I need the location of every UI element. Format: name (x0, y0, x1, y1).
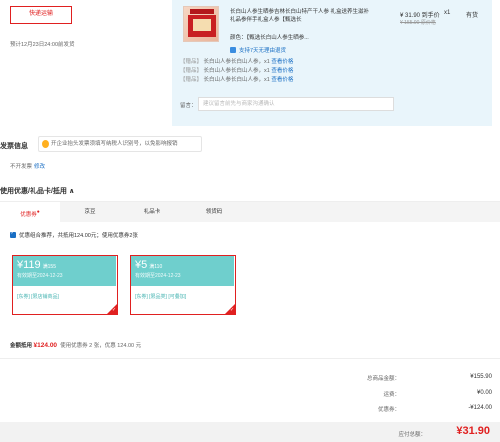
remark-label: 留言： (180, 103, 197, 109)
invoice-tip: 开企业抬头发票须填写纳税人识别号，以免影响报销 (38, 136, 202, 152)
selected-check-icon (107, 304, 117, 314)
invoice-tip-text: 开企业抬头发票须填写纳税人识别号，以免影响报销 (51, 141, 178, 147)
coupon-validity: 有效期至2024-12-23 (17, 273, 63, 279)
return-policy: 支持7天无理由退货 (230, 46, 286, 54)
gift-item: 【赠品】 长白山人参长白山人参，x1 查看价格 (180, 66, 293, 74)
divider (0, 358, 500, 359)
summary-label: 运费： (383, 392, 400, 398)
invoice-status-text: 不开发票 (10, 164, 33, 170)
gift-item: 【赠品】 长白山人参长白山人参，x1 查看价格 (180, 57, 293, 65)
order-block: 快递运输 预计12月23日24:00前发货 长白山人参生晒参吉林长白山特产干人参… (0, 0, 500, 126)
product-old-price: ¥ 155.90 原价格 (400, 20, 436, 26)
coupon-amount: ¥119 (17, 259, 41, 271)
gift-tag: 【赠品】 (180, 68, 203, 74)
summary-value: ¥0.00 (476, 390, 492, 396)
coupon-section-toggle[interactable]: 使用优惠/礼品卡/抵用 ∧ (0, 186, 75, 196)
invoice-status: 不开发票 修改 (10, 162, 45, 170)
selected-check-icon (225, 304, 235, 314)
coupon-amount: ¥5 (135, 259, 148, 271)
gift-text: 长白山人参长白山人参，x1 (203, 68, 270, 74)
summary-value: ¥155.90 (470, 374, 492, 380)
product-thumbnail[interactable] (183, 6, 219, 42)
total-bar: 应付总额： ¥31.90 (0, 422, 500, 442)
coupon-card[interactable]: ¥119 满155 有效期至2024-12-23 [东券] [限店铺商品] (12, 255, 118, 315)
invoice-title: 发票信息 (0, 143, 28, 150)
coupon-card-header: ¥5 满110 有效期至2024-12-23 (131, 256, 234, 286)
discount-summary: 金额抵用 ¥124.00 使用优惠券 2 张，优惠 124.00 元 (10, 341, 141, 349)
summary-value: -¥124.00 (468, 405, 492, 411)
return-policy-text: 支持7天无理由退货 (239, 48, 287, 54)
product-color: 颜色：【甄选长白山人参生晒参... (230, 35, 309, 41)
tab-gift-card[interactable]: 礼品卡 (122, 202, 182, 222)
coupon-condition: 满155 (42, 264, 56, 270)
gift-price-link[interactable]: 查看价格 (271, 59, 293, 65)
product-panel: 长白山人参生晒参吉林长白山特产干人参 礼盒送养生滋补礼品参伴手礼盒人参【甄选长 … (172, 0, 492, 126)
tab-pickup-code[interactable]: 领货码 (184, 202, 244, 222)
coupon-card-header: ¥119 满155 有效期至2024-12-23 (13, 256, 116, 286)
coupon-tags: [东券] [限品类] [可叠加] (135, 294, 187, 300)
summary-label: 优惠券： (377, 407, 400, 413)
tab-label: 优惠券 (20, 211, 37, 218)
remark-input[interactable]: 建议留言前先与商家沟通确认 (198, 97, 394, 111)
gift-price-link[interactable]: 查看价格 (271, 77, 293, 83)
discount-detail: 使用优惠券 2 张，优惠 124.00 元 (60, 343, 142, 349)
gift-tag: 【赠品】 (180, 59, 203, 65)
combo-text: 优惠组合推荐，共抵用124.00元；使用优惠券2张 (19, 233, 138, 239)
shipping-panel: 快递运输 预计12月23日24:00前发货 (0, 0, 172, 126)
coupon-panel: 优惠券● 京豆 礼品卡 领货码 优惠组合推荐，共抵用124.00元；使用优惠券2… (0, 201, 500, 332)
summary-label: 总商品金额： (366, 376, 400, 382)
gift-text: 长白山人参长白山人参，x1 (203, 77, 270, 83)
gift-text: 长白山人参长白山人参，x1 (203, 59, 270, 65)
total-label: 应付总额： (398, 432, 426, 438)
stock-status: 有货 (466, 13, 479, 19)
coupon-tags: [东券] [限店铺商品] (17, 294, 59, 300)
shipping-method-button[interactable]: 快递运输 (10, 6, 72, 24)
tab-dot: ● (36, 209, 40, 215)
gift-tag: 【赠品】 (180, 77, 203, 83)
thumbnail-lid (190, 9, 214, 14)
coupon-validity: 有效期至2024-12-23 (135, 273, 181, 279)
discount-amount: ¥124.00 (33, 342, 58, 349)
discount-label: 金额抵用 (10, 343, 33, 349)
total-amount: ¥31.90 (456, 425, 490, 437)
coupon-tabs: 优惠券● 京豆 礼品卡 领货码 (0, 202, 500, 222)
product-price: ¥ 31.90 到手价 (400, 13, 440, 19)
tab-jingdou[interactable]: 京豆 (60, 202, 120, 222)
gift-price-link[interactable]: 查看价格 (271, 68, 293, 74)
coupon-card[interactable]: ¥5 满110 有效期至2024-12-23 [东券] [限品类] [可叠加] (130, 255, 236, 315)
estimated-ship-date: 预计12月23日24:00前发货 (10, 42, 75, 48)
checkbox-checked-icon[interactable] (10, 230, 16, 238)
tab-coupons[interactable]: 优惠券● (0, 202, 60, 222)
invoice-edit-link[interactable]: 修改 (34, 164, 45, 170)
thumbnail-box (188, 15, 216, 37)
check-icon (230, 47, 236, 53)
lightbulb-icon (42, 140, 49, 148)
coupon-tab-body: 优惠组合推荐，共抵用124.00元；使用优惠券2张 ¥119满155 有效期至2… (0, 222, 500, 332)
product-quantity: x1 (444, 10, 451, 16)
gift-item: 【赠品】 长白山人参长白山人参，x1 查看价格 (180, 75, 293, 83)
combo-recommendation[interactable]: 优惠组合推荐，共抵用124.00元；使用优惠券2张 (10, 230, 138, 239)
coupon-condition: 满110 (149, 264, 163, 270)
product-title[interactable]: 长白山人参生晒参吉林长白山特产干人参 礼盒送养生滋补礼品参伴手礼盒人参【甄选长 (230, 8, 370, 24)
